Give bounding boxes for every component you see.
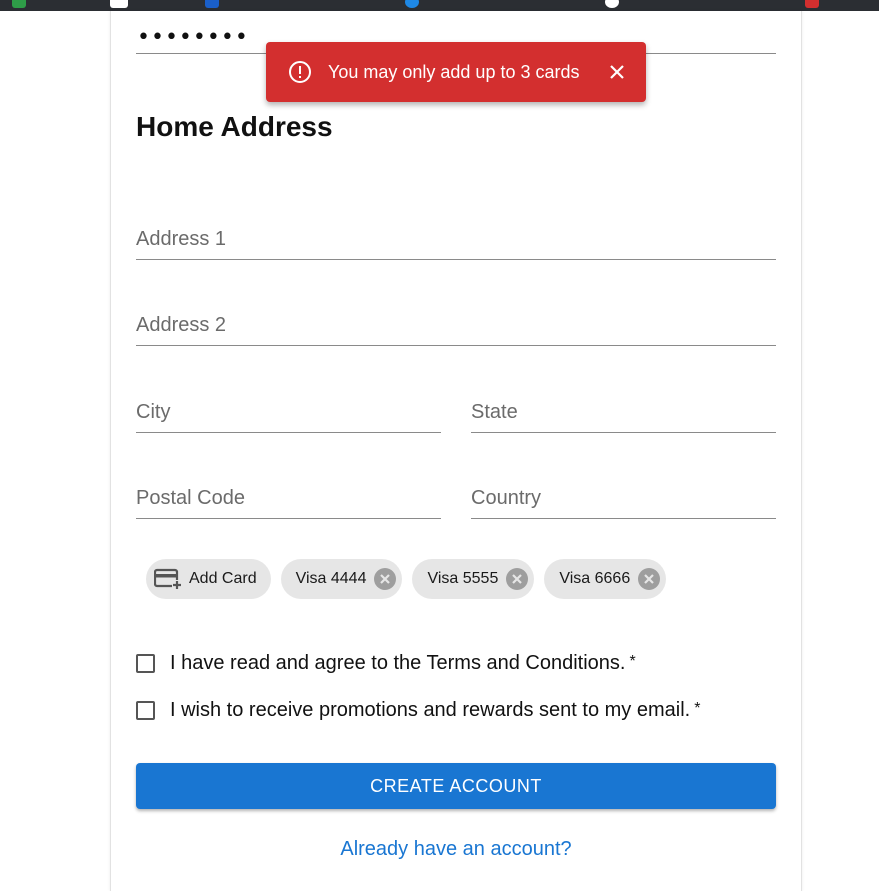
- add-card-chip[interactable]: Add Card: [146, 559, 271, 599]
- address2-field[interactable]: Address 2: [136, 306, 776, 346]
- add-card-icon: [154, 568, 182, 590]
- card-chip: Visa 5555: [412, 559, 535, 599]
- address1-field[interactable]: Address 1: [136, 220, 776, 260]
- required-mark: *: [629, 652, 636, 670]
- password-value: ••••••••: [137, 25, 249, 50]
- card-chip-label: Visa 4444: [295, 570, 367, 587]
- bookmark-favicon[interactable]: [805, 0, 819, 8]
- postal-code-placeholder: Postal Code: [136, 487, 245, 509]
- browser-bookmarks-bar: [0, 0, 879, 11]
- terms-checkbox[interactable]: [136, 654, 155, 673]
- bookmark-favicon[interactable]: [205, 0, 219, 8]
- card-chip-label: Visa 6666: [559, 570, 631, 587]
- error-toast: You may only add up to 3 cards: [266, 42, 646, 102]
- city-placeholder: City: [136, 401, 171, 423]
- toast-message: You may only add up to 3 cards: [328, 62, 580, 82]
- address2-placeholder: Address 2: [136, 314, 227, 336]
- home-address-heading: Home Address: [136, 111, 333, 142]
- country-field[interactable]: Country: [471, 479, 776, 519]
- bookmark-favicon[interactable]: [12, 0, 26, 8]
- bookmark-favicon[interactable]: [605, 0, 619, 8]
- payment-cards: Add Card Visa 4444 Visa 5555 Visa 6666: [146, 559, 667, 599]
- terms-checkbox-row[interactable]: I have read and agree to the Terms and C…: [136, 652, 636, 675]
- city-field[interactable]: City: [136, 393, 441, 433]
- postal-code-field[interactable]: Postal Code: [136, 479, 441, 519]
- promotions-label: I wish to receive promotions and rewards…: [170, 699, 691, 721]
- promotions-checkbox[interactable]: [136, 701, 155, 720]
- card-chip: Visa 6666: [544, 559, 667, 599]
- bookmark-favicon[interactable]: [110, 0, 128, 8]
- bookmark-favicon[interactable]: [405, 0, 419, 8]
- error-icon: [289, 61, 311, 83]
- remove-card-icon[interactable]: [638, 568, 661, 590]
- address1-placeholder: Address 1: [136, 228, 227, 250]
- add-card-label: Add Card: [189, 570, 257, 587]
- card-chip-label: Visa 5555: [427, 570, 499, 587]
- card-chip: Visa 4444: [280, 559, 403, 599]
- state-field[interactable]: State: [471, 393, 776, 433]
- remove-card-icon[interactable]: [506, 568, 529, 590]
- remove-card-icon[interactable]: [374, 568, 397, 590]
- required-mark: *: [694, 699, 701, 717]
- signup-form: •••••••• Home Address Address 1 Address …: [110, 11, 802, 891]
- page: •••••••• Home Address Address 1 Address …: [0, 11, 879, 891]
- create-account-button[interactable]: CREATE ACCOUNT: [136, 763, 776, 809]
- close-icon[interactable]: [606, 61, 628, 83]
- signin-link[interactable]: Already have an account?: [111, 838, 801, 861]
- promotions-checkbox-row[interactable]: I wish to receive promotions and rewards…: [136, 699, 700, 722]
- country-placeholder: Country: [471, 487, 542, 509]
- terms-label: I have read and agree to the Terms and C…: [170, 652, 626, 674]
- state-placeholder: State: [471, 401, 518, 423]
